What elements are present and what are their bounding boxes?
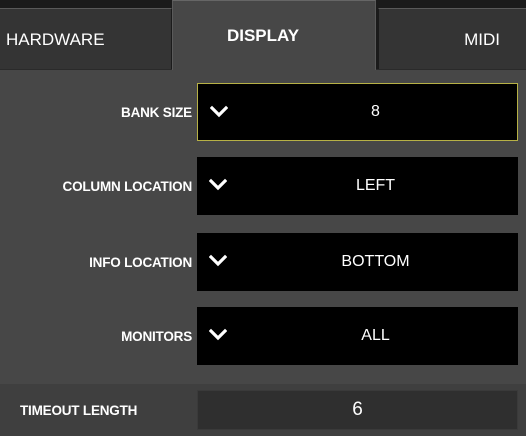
column-location-select[interactable]: LEFT [197,157,518,215]
tab-label: MIDI [464,29,500,49]
timeout-length-field[interactable]: 6 [197,390,518,430]
timeout-length-label: TIMEOUT LENGTH [20,402,138,418]
column-location-value: LEFT [355,177,396,194]
setting-row-monitors: MONITORS ALL [0,307,526,365]
info-location-value: BOTTOM [341,253,410,270]
tab-hardware[interactable]: HARDWARE [0,8,172,70]
setting-row-timeout-length: TIMEOUT LENGTH 6 [0,384,526,436]
monitors-select[interactable]: ALL [197,307,518,365]
info-location-label: INFO LOCATION [89,254,192,270]
tab-divider [0,69,172,70]
monitors-label: MONITORS [121,328,192,344]
tab-label: DISPLAY [226,25,300,45]
bank-size-label: BANK SIZE [121,104,192,120]
monitors-value: ALL [361,327,390,344]
tab-label: HARDWARE [6,29,105,49]
info-location-select[interactable]: BOTTOM [197,233,518,291]
tab-divider [376,69,526,70]
tab-midi[interactable]: MIDI [378,8,526,70]
display-settings-panel: HARDWARE DISPLAY MIDI BANK SIZE 8 COLUMN… [0,0,526,436]
tab-bar: HARDWARE DISPLAY MIDI [0,0,526,70]
tab-display[interactable]: DISPLAY [172,0,376,70]
setting-row-bank-size: BANK SIZE 8 [0,83,526,141]
bank-size-select[interactable]: 8 [197,83,518,141]
column-location-label: COLUMN LOCATION [62,178,193,194]
bank-size-value: 8 [371,103,380,120]
setting-row-column-location: COLUMN LOCATION LEFT [0,157,526,215]
setting-row-info-location: INFO LOCATION BOTTOM [0,233,526,291]
